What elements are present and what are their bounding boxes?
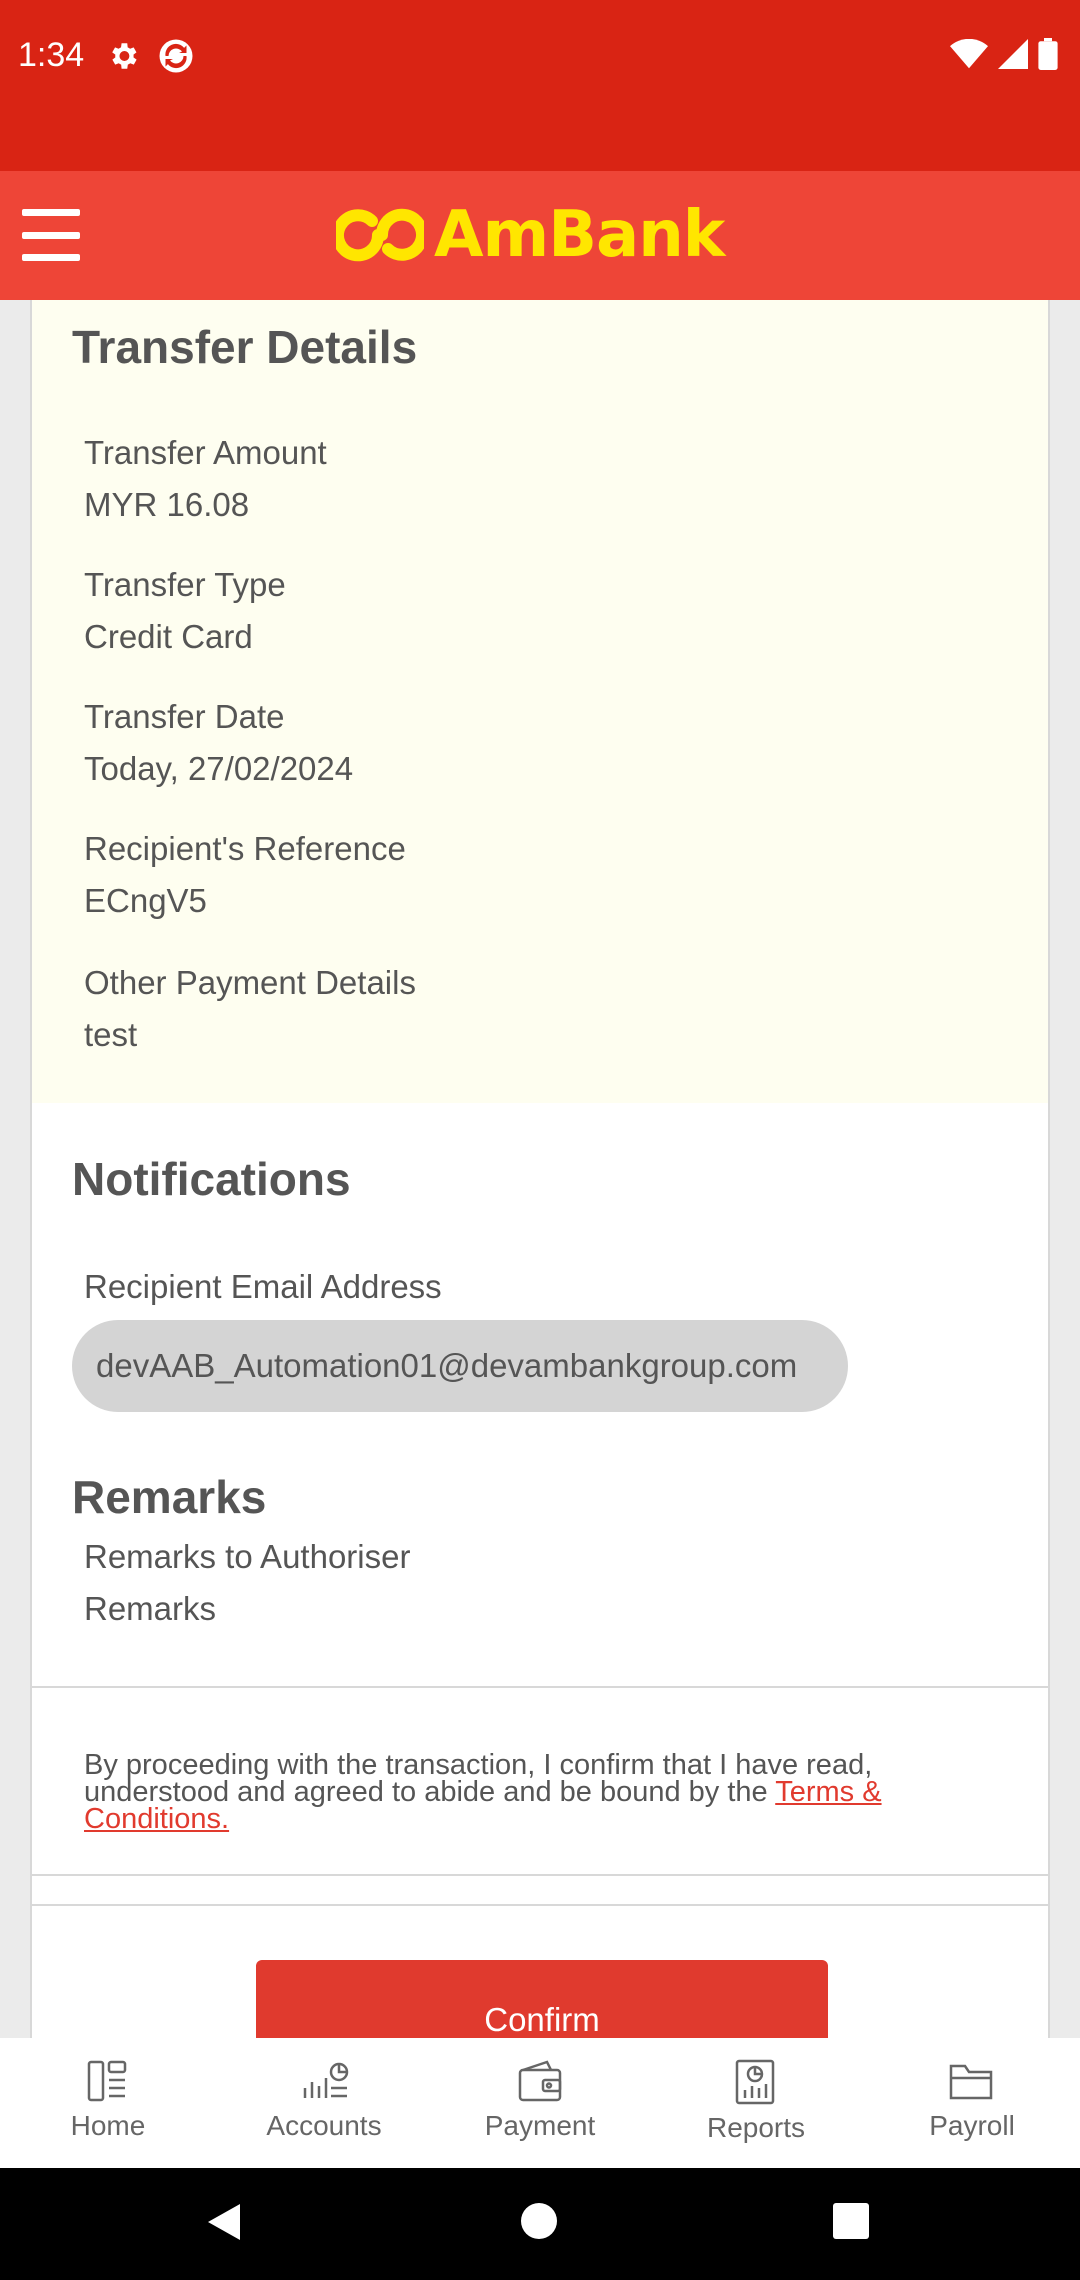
transfer-details-section: Transfer Details Transfer Amount MYR 16.… [32, 300, 1048, 1103]
transfer-summary-card: Transfer Details Transfer Amount MYR 16.… [30, 300, 1050, 2038]
notifications-title: Notifications [72, 1153, 351, 1205]
terms-statement: By proceeding with the transaction, I co… [84, 1749, 873, 1808]
nav-item-payroll[interactable]: Payroll [864, 2038, 1080, 2168]
recipient-email-label: Recipient Email Address [84, 1268, 442, 1305]
terms-text: By proceeding with the transaction, I co… [84, 1749, 984, 1834]
reports-icon [733, 2058, 779, 2106]
transfer-date-value: Today, 27/02/2024 [84, 750, 354, 787]
bottom-nav: Home Accounts Payment Reports Payroll [0, 2038, 1080, 2168]
nav-label-reports: Reports [706, 2112, 806, 2143]
app-bar: AmBank [0, 171, 1080, 300]
transfer-date-label: Transfer Date [84, 698, 285, 735]
nav-label-accounts: Accounts [266, 2110, 382, 2141]
wifi-icon [950, 39, 988, 69]
transfer-amount-label: Transfer Amount [84, 434, 327, 471]
other-payment-details-value: test [84, 1016, 138, 1053]
signal-icon [998, 39, 1028, 69]
settings-icon [106, 38, 140, 74]
system-nav-bar [0, 2168, 1080, 2280]
transfer-amount-value: MYR 16.08 [84, 486, 250, 523]
home-circle-icon[interactable] [520, 2202, 558, 2240]
ambank-logo-text: AmBank [434, 198, 725, 272]
recents-icon[interactable] [832, 2202, 870, 2240]
battery-icon [1038, 38, 1058, 70]
sync-app-icon [158, 38, 194, 74]
nav-label-payment: Payment [484, 2110, 596, 2141]
accounts-icon [299, 2058, 349, 2104]
hamburger-menu-icon[interactable] [22, 209, 80, 261]
nav-item-accounts[interactable]: Accounts [216, 2038, 432, 2168]
back-icon[interactable] [206, 2202, 242, 2242]
confirm-button[interactable]: Confirm [256, 1960, 828, 2038]
transfer-type-value: Credit Card [84, 618, 253, 655]
remarks-value: Remarks [84, 1590, 217, 1627]
remarks-to-authoriser-label: Remarks to Authoriser [84, 1538, 411, 1575]
payroll-icon [947, 2058, 997, 2104]
divider [32, 1874, 1048, 1876]
remarks-title: Remarks [72, 1471, 267, 1523]
home-icon [85, 2058, 131, 2104]
transfer-details-title: Transfer Details [72, 321, 418, 373]
nav-item-home[interactable]: Home [0, 2038, 216, 2168]
nav-label-home: Home [70, 2110, 146, 2141]
payment-icon [517, 2058, 563, 2104]
other-payment-details-label: Other Payment Details [84, 964, 416, 1001]
divider [32, 1904, 1048, 1906]
status-bar: 1:34 [0, 0, 1080, 171]
nav-item-reports[interactable]: Reports [648, 2038, 864, 2168]
status-time: 1:34 [18, 36, 85, 74]
ambank-logo-icon [336, 207, 424, 263]
transfer-type-label: Transfer Type [84, 566, 286, 603]
nav-item-payment[interactable]: Payment [432, 2038, 648, 2168]
divider [32, 1686, 1048, 1688]
recipient-email-field[interactable]: devAAB_Automation01@devambankgroup.com [72, 1320, 848, 1412]
ambank-logo: AmBank [336, 198, 725, 272]
nav-label-payroll: Payroll [929, 2110, 1015, 2141]
recipient-reference-label: Recipient's Reference [84, 830, 406, 867]
recipient-reference-value: ECngV5 [84, 882, 207, 919]
